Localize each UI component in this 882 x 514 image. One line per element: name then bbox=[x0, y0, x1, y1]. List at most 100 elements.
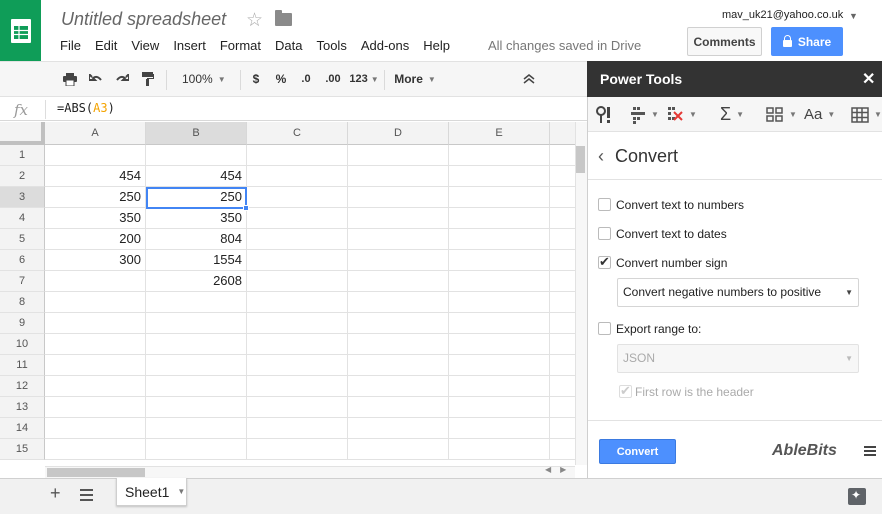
cell-f5[interactable] bbox=[550, 229, 575, 250]
cell-f9[interactable] bbox=[550, 313, 575, 334]
cell-e11[interactable] bbox=[449, 355, 550, 376]
cell-e14[interactable] bbox=[449, 418, 550, 439]
cell-e12[interactable] bbox=[449, 376, 550, 397]
cell-d5[interactable] bbox=[348, 229, 449, 250]
column-header-e[interactable]: E bbox=[449, 122, 550, 145]
cell-c4[interactable] bbox=[247, 208, 348, 229]
convert-text-to-numbers-checkbox[interactable] bbox=[598, 198, 611, 211]
formula-input[interactable]: =ABS(A3) bbox=[57, 101, 115, 115]
cell-d10[interactable] bbox=[348, 334, 449, 355]
chevron-down-icon[interactable]: ▼ bbox=[177, 487, 185, 496]
remove-tool-icon[interactable]: ▼ bbox=[666, 97, 697, 132]
cell-d7[interactable] bbox=[348, 271, 449, 292]
zoom-select[interactable]: 100% ▼ bbox=[176, 62, 232, 96]
row-header[interactable]: 4 bbox=[0, 208, 45, 229]
column-header-b[interactable]: B bbox=[146, 122, 247, 145]
back-chevron-icon[interactable]: ‹ bbox=[598, 146, 604, 167]
cell-e15[interactable] bbox=[449, 439, 550, 460]
export-range-checkbox[interactable] bbox=[598, 322, 611, 335]
export-format-select[interactable]: JSON ▼ bbox=[617, 344, 859, 373]
cell-d4[interactable] bbox=[348, 208, 449, 229]
cell-e4[interactable] bbox=[449, 208, 550, 229]
cell-c11[interactable] bbox=[247, 355, 348, 376]
collapse-icon[interactable] bbox=[520, 62, 538, 96]
row-header[interactable]: 5 bbox=[0, 229, 45, 250]
cell-c5[interactable] bbox=[247, 229, 348, 250]
cell-a11[interactable] bbox=[45, 355, 146, 376]
tools-icon[interactable] bbox=[596, 97, 614, 132]
comments-button[interactable]: Comments bbox=[687, 27, 762, 56]
row-header[interactable]: 15 bbox=[0, 439, 45, 460]
row-header[interactable]: 14 bbox=[0, 418, 45, 439]
cell-a9[interactable] bbox=[45, 313, 146, 334]
cell-a13[interactable] bbox=[45, 397, 146, 418]
decrease-decimal-button[interactable]: .0 bbox=[296, 62, 316, 96]
menu-insert[interactable]: Insert bbox=[166, 37, 213, 55]
row-header[interactable]: 10 bbox=[0, 334, 45, 355]
cell-a2[interactable]: 454 bbox=[45, 166, 146, 187]
cell-a7[interactable] bbox=[45, 271, 146, 292]
text-case-icon[interactable]: Aa ▼ bbox=[804, 97, 835, 132]
cell-a8[interactable] bbox=[45, 292, 146, 313]
redo-icon[interactable] bbox=[112, 62, 132, 96]
cell-f4[interactable] bbox=[550, 208, 575, 229]
cell-f15[interactable] bbox=[550, 439, 575, 460]
cell-a14[interactable] bbox=[45, 418, 146, 439]
cell-c13[interactable] bbox=[247, 397, 348, 418]
folder-icon[interactable] bbox=[275, 10, 292, 26]
scroll-arrows-icon[interactable]: ◀▶ bbox=[545, 465, 575, 474]
cell-e6[interactable] bbox=[449, 250, 550, 271]
cell-b15[interactable] bbox=[146, 439, 247, 460]
cell-d12[interactable] bbox=[348, 376, 449, 397]
menu-format[interactable]: Format bbox=[213, 37, 268, 55]
table-tool-icon[interactable]: ▼ bbox=[851, 97, 882, 132]
cell-f12[interactable] bbox=[550, 376, 575, 397]
sheet-tab[interactable]: Sheet1 ▼ bbox=[116, 478, 187, 506]
increase-decimal-button[interactable]: .00 bbox=[320, 62, 346, 96]
cell-c2[interactable] bbox=[247, 166, 348, 187]
row-header[interactable]: 13 bbox=[0, 397, 45, 418]
hamburger-menu-icon[interactable] bbox=[864, 446, 876, 456]
percent-format-button[interactable]: % bbox=[273, 62, 289, 96]
cell-e9[interactable] bbox=[449, 313, 550, 334]
cell-b6[interactable]: 1554 bbox=[146, 250, 247, 271]
cell-b7[interactable]: 2608 bbox=[146, 271, 247, 292]
currency-format-button[interactable]: $ bbox=[248, 62, 264, 96]
cell-b9[interactable] bbox=[146, 313, 247, 334]
cell-e5[interactable] bbox=[449, 229, 550, 250]
cell-d11[interactable] bbox=[348, 355, 449, 376]
cell-c9[interactable] bbox=[247, 313, 348, 334]
cell-c7[interactable] bbox=[247, 271, 348, 292]
spreadsheet-grid[interactable]: A B C D E 1 2 454 454 3 250 250 4 350 350 5 200 804 6… bbox=[0, 122, 575, 465]
menu-data[interactable]: Data bbox=[268, 37, 309, 55]
document-title[interactable]: Untitled spreadsheet bbox=[61, 9, 226, 30]
cell-b4[interactable]: 350 bbox=[146, 208, 247, 229]
column-header-d[interactable]: D bbox=[348, 122, 449, 145]
add-sheet-icon[interactable]: + bbox=[50, 483, 61, 504]
cell-d14[interactable] bbox=[348, 418, 449, 439]
cell-b8[interactable] bbox=[146, 292, 247, 313]
column-header-a[interactable]: A bbox=[45, 122, 146, 145]
cell-b10[interactable] bbox=[146, 334, 247, 355]
cell-f8[interactable] bbox=[550, 292, 575, 313]
more-formats-button[interactable]: 123 ▼ bbox=[347, 62, 381, 96]
cell-c6[interactable] bbox=[247, 250, 348, 271]
cell-b12[interactable] bbox=[146, 376, 247, 397]
close-icon[interactable]: ✕ bbox=[862, 69, 875, 89]
cell-d2[interactable] bbox=[348, 166, 449, 187]
cell-a3[interactable]: 250 bbox=[45, 187, 146, 208]
row-header[interactable]: 2 bbox=[0, 166, 45, 187]
cell-c1[interactable] bbox=[247, 145, 348, 166]
cell-c10[interactable] bbox=[247, 334, 348, 355]
number-sign-select[interactable]: Convert negative numbers to positive ▼ bbox=[617, 278, 859, 307]
select-all-corner[interactable] bbox=[0, 122, 45, 145]
undo-icon[interactable] bbox=[86, 62, 106, 96]
cell-b13[interactable] bbox=[146, 397, 247, 418]
cell-b5[interactable]: 804 bbox=[146, 229, 247, 250]
menu-view[interactable]: View bbox=[124, 37, 166, 55]
cell-a12[interactable] bbox=[45, 376, 146, 397]
cell-f11[interactable] bbox=[550, 355, 575, 376]
cell-a5[interactable]: 200 bbox=[45, 229, 146, 250]
ablebits-logo[interactable]: AbleBits bbox=[772, 442, 837, 460]
cell-e2[interactable] bbox=[449, 166, 550, 187]
